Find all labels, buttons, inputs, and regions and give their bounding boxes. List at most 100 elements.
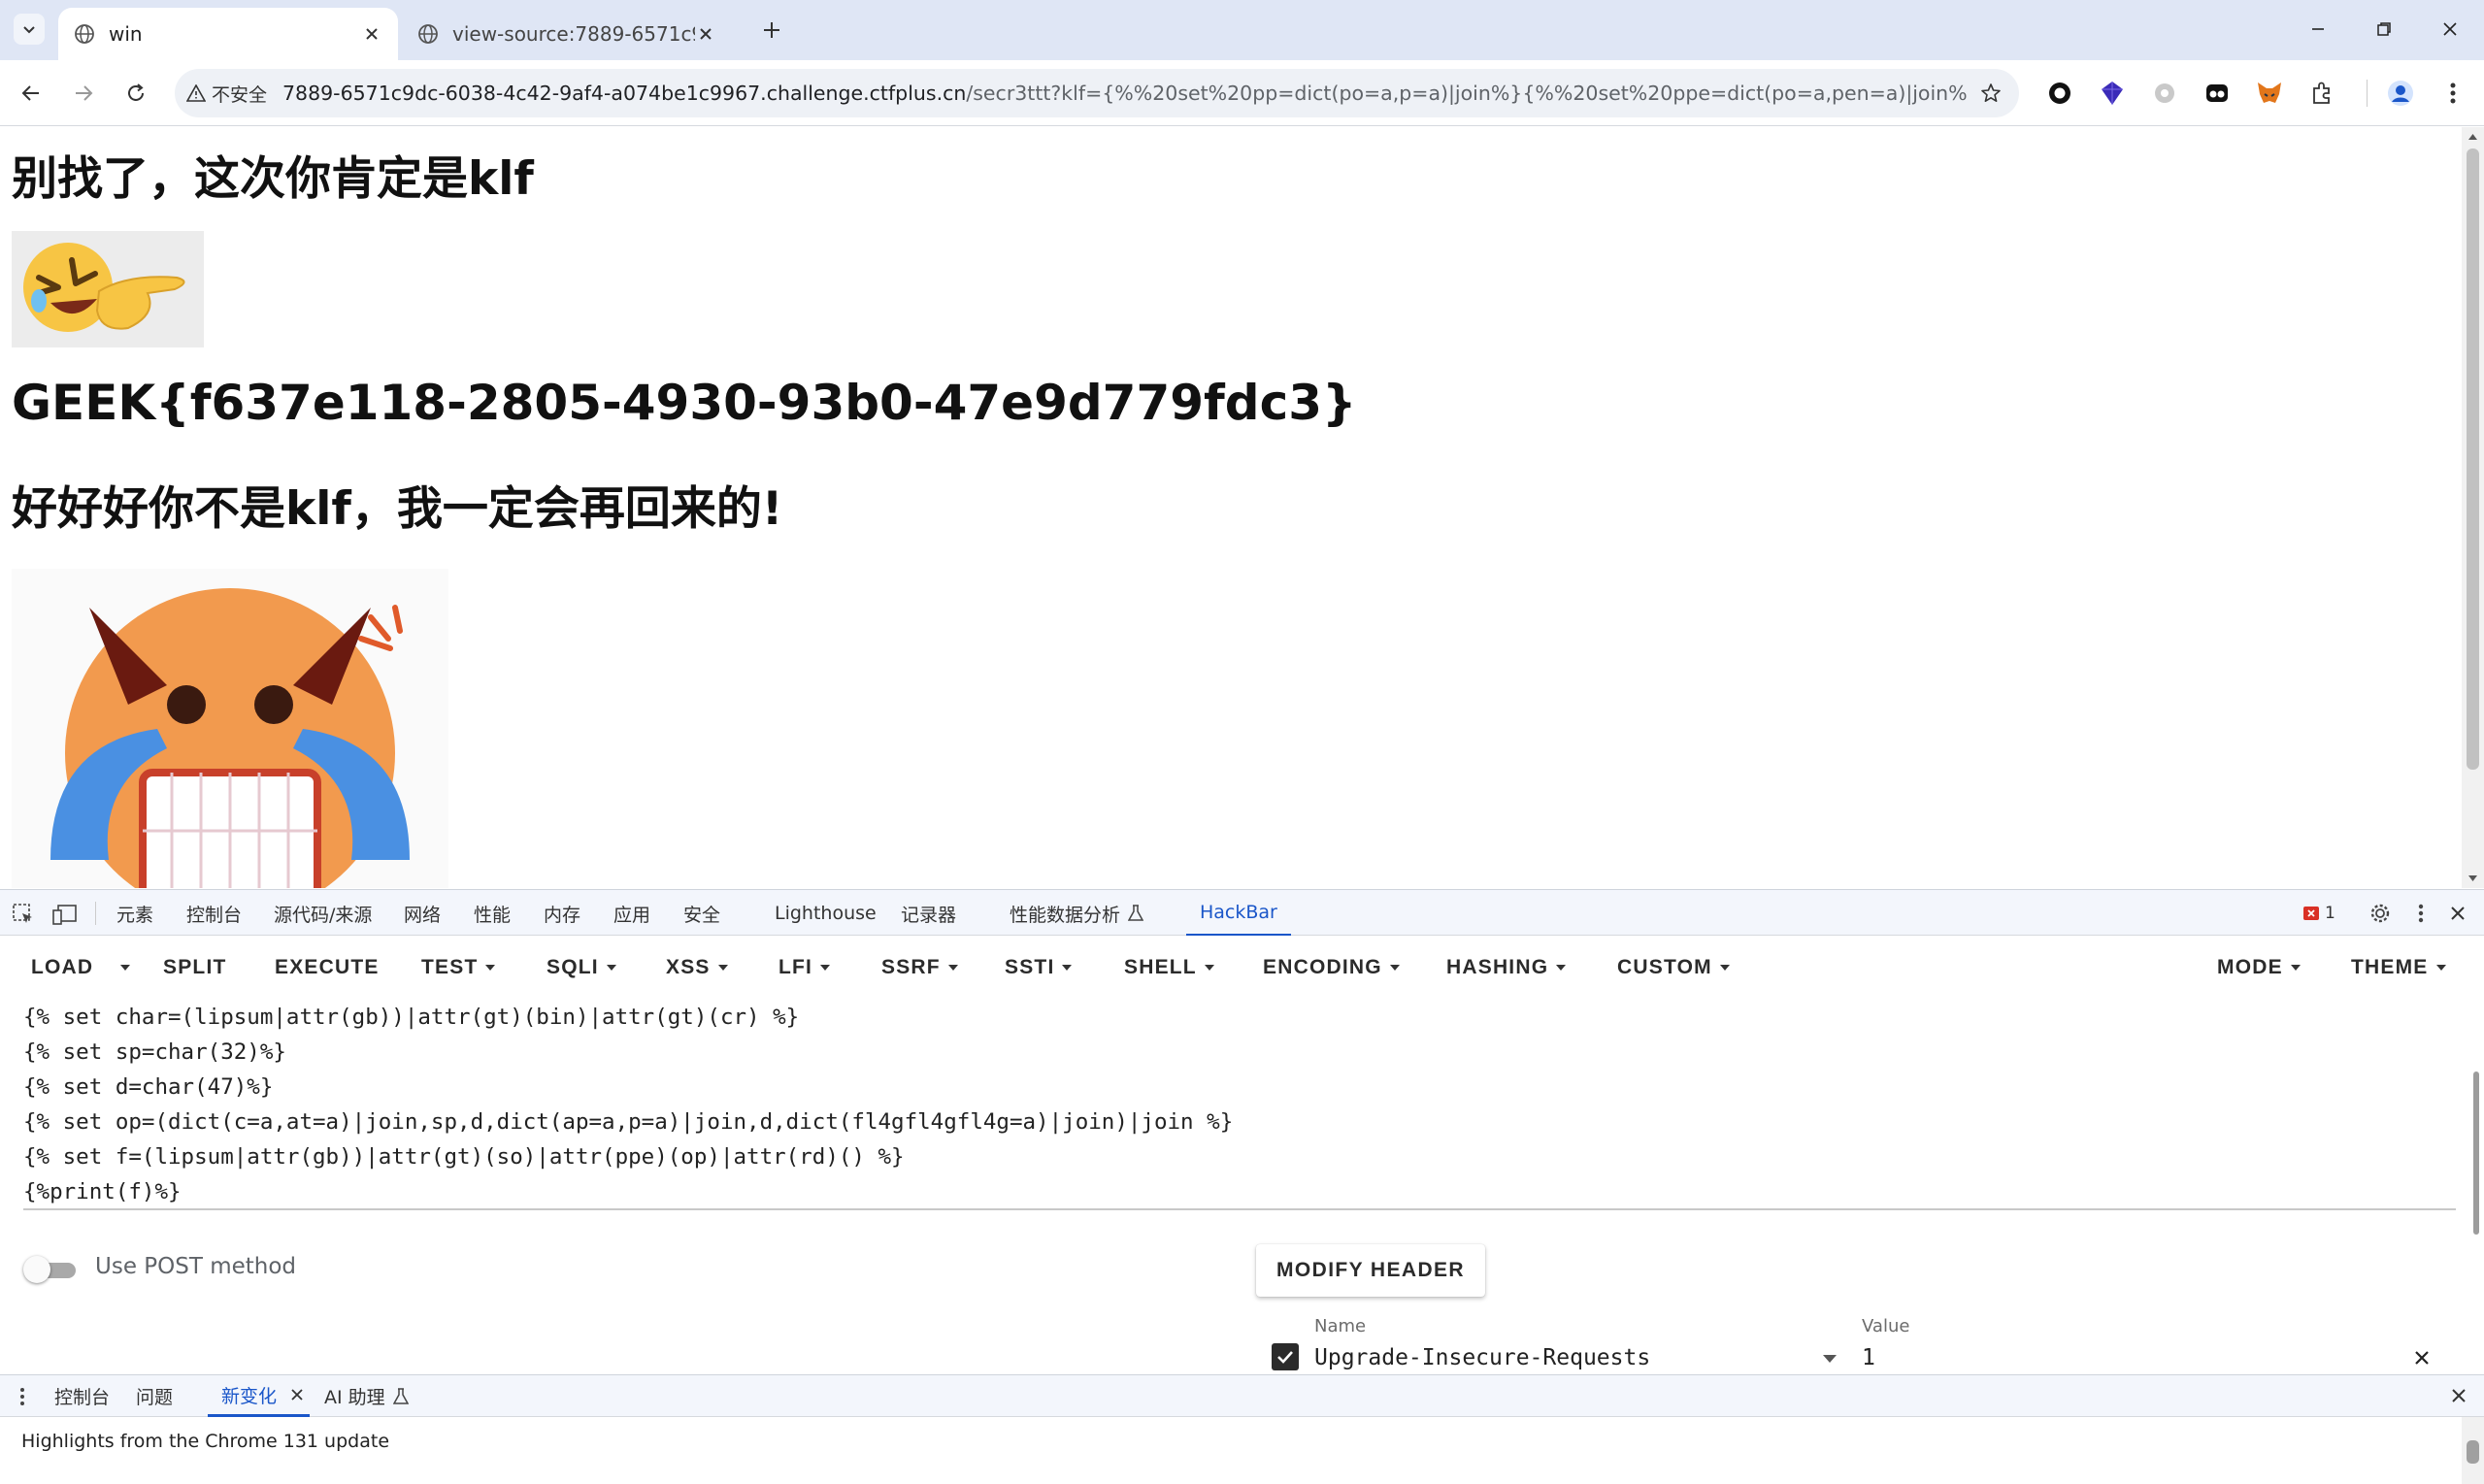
header-name-field[interactable]: Upgrade-Insecure-Requests [1314,1345,1650,1370]
close-drawer-icon[interactable] [2450,1387,2467,1404]
hackbar-ssrf-menu[interactable]: SSRF [881,953,958,982]
reload-button[interactable] [116,74,155,113]
drawer-tab-ai-assistant[interactable]: AI 助理 [324,1375,409,1417]
devtools-tab-console[interactable]: 控制台 [186,890,242,937]
restore-button[interactable] [2365,14,2403,45]
hashing-label: HASHING [1446,956,1549,978]
restore-icon [2377,22,2391,36]
url-text[interactable]: 7889-6571c9dc-6038-4c42-9af4-a074be1c996… [282,82,1967,105]
devtools-tab-elements[interactable]: 元素 [116,890,153,937]
post-method-toggle[interactable] [23,1256,78,1283]
hackbar-custom-menu[interactable]: CUSTOM [1617,953,1730,982]
security-chip[interactable]: 不安全 [186,81,267,107]
post-method-label: Use POST method [95,1254,297,1279]
extension-metamask-fox-icon[interactable] [2253,77,2286,110]
modify-header-button[interactable]: MODIFY HEADER [1256,1244,1485,1297]
url-path: /secr3ttt?klf={%%20set%20pp=dict(po=a,p=… [966,82,1967,105]
devtools-menu-icon[interactable] [2417,902,2425,925]
minimize-button[interactable] [2299,14,2337,45]
browser-menu-icon[interactable] [2436,77,2469,110]
drawer-tab-console[interactable]: 控制台 [54,1375,110,1417]
hackbar-lfi-menu[interactable]: LFI [778,953,831,982]
devtools-tab-bar: 元素 控制台 源代码/来源 网络 性能 内存 应用 安全 Lighthouse … [0,889,2484,937]
hackbar-encoding-menu[interactable]: ENCODING [1263,953,1400,982]
forward-button[interactable] [64,74,103,113]
drawer-tab-issues[interactable]: 问题 [136,1375,173,1417]
extensions-puzzle-icon[interactable] [2305,77,2338,110]
devtools-tab-application[interactable]: 应用 [613,890,650,937]
tab-view-source[interactable]: view-source:7889-6571c9dc- [402,8,732,60]
hackbar-theme-menu[interactable]: THEME [2351,953,2446,982]
close-tab-icon[interactable] [695,23,716,45]
devtools-tab-performance-insights[interactable]: 性能数据分析 [1010,890,1144,937]
toggle-knob [23,1256,50,1283]
lfi-label: LFI [778,956,813,978]
page-scroll-thumb[interactable] [2467,148,2479,770]
angry-crying-emoji-image [12,569,448,888]
devtools-tab-performance[interactable]: 性能 [474,890,511,937]
bookmark-star-icon[interactable] [1976,79,2005,108]
extension-cube-icon[interactable] [2096,77,2129,110]
hackbar-xss-menu[interactable]: XSS [666,953,728,982]
extension-tampermonkey-icon[interactable] [2201,77,2234,110]
flag-text: GEEK{f637e118-2805-4930-93b0-47e9d779fdc… [12,375,1357,431]
header-name-dropdown-icon[interactable] [1823,1355,1837,1363]
remove-header-button[interactable] [2407,1343,2436,1372]
hackbar-execute-button[interactable]: EXECUTE [275,953,380,982]
devtools-tab-security[interactable]: 安全 [683,890,720,937]
hackbar-shell-menu[interactable]: SHELL [1124,953,1214,982]
drawer-scrollbar[interactable] [2462,1417,2484,1484]
error-icon [2303,907,2319,920]
xss-label: XSS [666,956,711,978]
element-picker-icon[interactable] [12,903,35,926]
payload-underline [23,1208,2456,1210]
issues-count: 1 [2325,904,2335,923]
settings-gear-icon[interactable] [2368,902,2392,925]
extension-gear-icon[interactable] [2148,77,2181,110]
close-window-button[interactable] [2431,14,2469,45]
hackbar-menu: LOAD SPLIT EXECUTE TEST SQLI XSS LFI SSR… [0,936,2484,1000]
hackbar-load-button[interactable]: LOAD [31,953,93,982]
drawer-scroll-thumb[interactable] [2467,1440,2479,1464]
devtools-tab-sources[interactable]: 源代码/来源 [274,890,372,937]
devtools-tab-network[interactable]: 网络 [404,890,441,937]
toolbar-divider [2367,80,2368,107]
devtools-tab-recorder[interactable]: 记录器 [901,890,956,937]
devtools-tab-hackbar[interactable]: HackBar [1186,890,1291,937]
load-options-dropdown[interactable] [111,953,140,982]
hackbar-split-button[interactable]: SPLIT [163,953,227,982]
back-button[interactable] [12,74,50,113]
extension-ring-icon[interactable] [2043,77,2076,110]
payload-textarea[interactable]: {% set char=(lipsum|attr(gb))|attr(gt)(b… [23,1000,2460,1209]
hackbar-hashing-menu[interactable]: HASHING [1446,953,1567,982]
page-scrollbar[interactable] [2462,127,2484,888]
scroll-down-icon[interactable] [2467,874,2478,882]
ssrf-label: SSRF [881,956,941,978]
caret-down-icon [947,965,958,971]
profile-avatar-icon[interactable] [2384,77,2417,110]
header-enabled-checkbox[interactable] [1272,1343,1299,1370]
payload-line: {% set char=(lipsum|attr(gb))|attr(gt)(b… [23,1005,800,1030]
close-drawer-tab-icon[interactable] [290,1388,304,1402]
header-value-field[interactable]: 1 [1862,1345,1875,1370]
close-devtools-icon[interactable] [2448,904,2467,923]
close-tab-icon[interactable] [361,23,382,45]
drawer-tab-whats-new[interactable]: 新变化 [208,1375,311,1417]
drawer-menu-icon[interactable] [19,1386,25,1407]
hackbar-sqli-menu[interactable]: SQLI [546,953,616,982]
arrow-left-icon [21,85,39,101]
devtools-tab-lighthouse[interactable]: Lighthouse [775,890,877,937]
issues-counter[interactable]: 1 [2302,902,2335,925]
device-toolbar-icon[interactable] [52,903,78,926]
hackbar-scroll-thumb[interactable] [2473,1072,2479,1235]
hackbar-ssti-menu[interactable]: SSTI [1005,953,1073,982]
address-bar[interactable]: 不安全 7889-6571c9dc-6038-4c42-9af4-a074be1… [175,69,2019,117]
scroll-up-icon[interactable] [2467,133,2478,141]
tab-search-button[interactable] [14,14,45,45]
new-tab-button[interactable] [757,16,786,45]
tab-win[interactable]: win [58,8,398,60]
hackbar-test-menu[interactable]: TEST [421,953,496,982]
devtools-tab-memory[interactable]: 内存 [544,890,580,937]
hackbar-mode-menu[interactable]: MODE [2217,953,2301,982]
caret-down-icon [1204,965,1214,971]
